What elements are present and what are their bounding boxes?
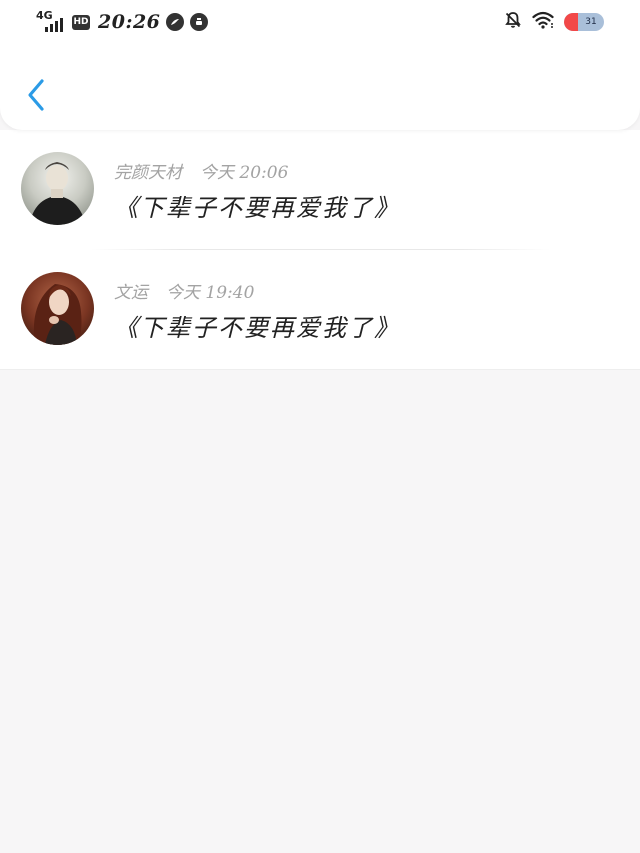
app-cup-icon xyxy=(190,13,209,31)
chevron-left-icon xyxy=(28,79,44,111)
status-bar: 4G HD 20:26 31 xyxy=(0,0,640,44)
message-item[interactable]: 完颜天材 今天 20:06 《下辈子不要再爱我了》 xyxy=(0,130,640,250)
message-content: 《下辈子不要再爱我了》 xyxy=(114,194,400,222)
message-item[interactable]: 文运 今天 19:40 《下辈子不要再爱我了》 xyxy=(0,250,640,370)
message-content: 《下辈子不要再爱我了》 xyxy=(114,314,400,342)
back-button[interactable] xyxy=(16,72,56,118)
avatar[interactable] xyxy=(21,272,94,345)
mute-bell-icon xyxy=(504,11,522,33)
hd-icon: HD xyxy=(72,14,90,30)
avatar[interactable] xyxy=(21,152,94,225)
author-name: 完颜天材 xyxy=(114,163,182,183)
message-time: 今天 20:06 xyxy=(200,163,289,183)
message-time: 今天 19:40 xyxy=(166,283,255,303)
top-header: 4G HD 20:26 31 xyxy=(0,0,640,130)
app-notification-icon xyxy=(166,13,185,31)
message-meta: 完颜天材 今天 20:06 xyxy=(114,158,288,183)
battery-icon: 31 xyxy=(564,13,604,31)
status-bar-left: 4G HD 20:26 xyxy=(36,8,209,36)
author-name: 文运 xyxy=(114,283,148,303)
wifi-icon xyxy=(532,11,554,33)
divider xyxy=(0,369,640,370)
message-list: 完颜天材 今天 20:06 《下辈子不要再爱我了》 文运 今天 19:40 《下… xyxy=(0,130,640,370)
status-bar-right: 31 xyxy=(504,10,604,34)
message-meta: 文运 今天 19:40 xyxy=(114,278,254,303)
signal-icon: 4G xyxy=(36,10,66,34)
status-time: 20:26 xyxy=(98,11,161,33)
battery-level: 31 xyxy=(585,17,597,27)
